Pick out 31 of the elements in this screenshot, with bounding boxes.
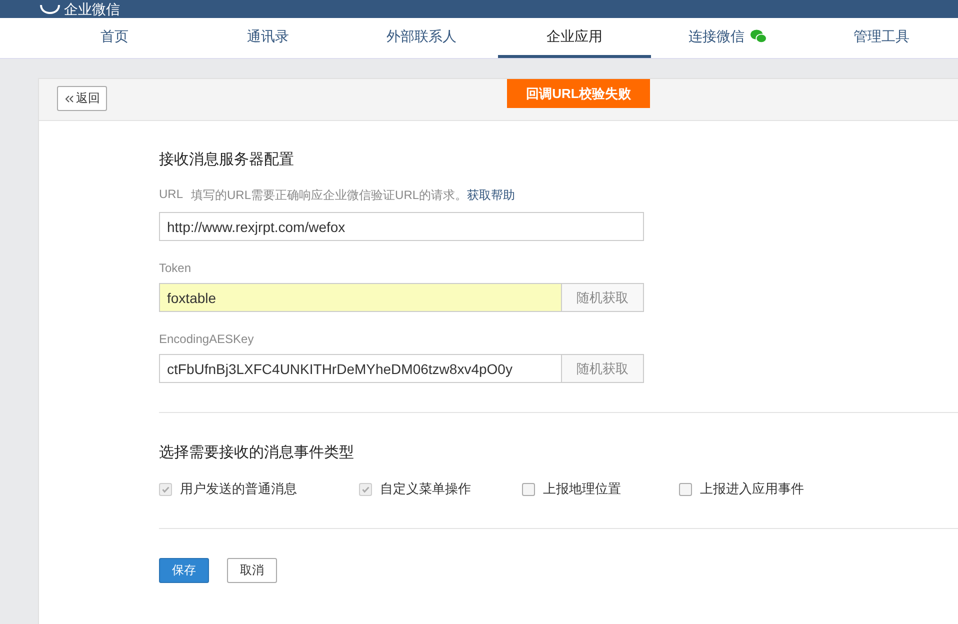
section-title: 接收消息服务器配置 — [159, 150, 295, 169]
checkbox[interactable] — [679, 482, 692, 496]
field-hint: 填写的URL需要正确响应企业微信验证URL的请求。 — [191, 187, 468, 204]
nav-tab[interactable]: 企业应用 — [498, 18, 652, 58]
checkbox[interactable] — [359, 482, 372, 496]
nav-tab[interactable]: 外部联系人 — [344, 18, 498, 58]
cancel-button[interactable]: 取消 — [227, 558, 277, 583]
section-title: 选择需要接收的消息事件类型 — [159, 443, 355, 462]
checkbox-label: 自定义菜单操作 — [380, 480, 471, 498]
checkbox-label: 上报地理位置 — [543, 480, 621, 498]
checkbox-label: 用户发送的普通消息 — [180, 480, 297, 498]
double-chevron-icon — [64, 94, 74, 104]
nav-tab[interactable]: 管理工具 — [804, 18, 958, 58]
error-banner: 回调URL校验失败 — [507, 79, 650, 108]
nav-tab[interactable]: 连接微信 — [651, 18, 805, 58]
field-label: Token — [159, 261, 192, 275]
field-label: EncodingAESKey — [159, 332, 255, 346]
brand-name: 企业微信 — [64, 2, 120, 17]
url-field[interactable]: http://www.rexjrpt.com/wefox — [159, 212, 644, 241]
chat-bubbles-icon — [750, 29, 768, 44]
save-button[interactable]: 保存 — [159, 558, 209, 583]
field-label: URL — [159, 187, 184, 203]
nav-tab[interactable]: 通讯录 — [191, 18, 345, 58]
help-link[interactable]: 获取帮助 — [467, 187, 516, 204]
input-field[interactable]: foxtable 随机获取 — [159, 283, 644, 312]
checkbox-label: 上报进入应用事件 — [700, 480, 804, 498]
checkbox[interactable] — [159, 482, 172, 496]
nav-tab[interactable]: 首页 — [38, 18, 192, 58]
back-button[interactable]: 返回 — [57, 86, 107, 111]
input-field[interactable]: ctFbUfnBj3LXFC4UNKITHrDeMYheDM06tzw8xv4pO0y 随机获取 — [159, 354, 644, 383]
checkbox[interactable] — [522, 482, 535, 496]
